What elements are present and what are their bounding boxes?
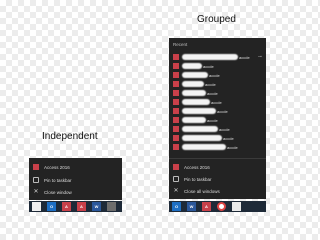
access-file-icon (173, 126, 179, 132)
recent-item-suffix: accde (207, 117, 218, 123)
word-icon[interactable]: W (92, 202, 101, 211)
recent-item-suffix: accde (227, 144, 238, 150)
redacted-filename (182, 72, 208, 78)
pin-icon (173, 176, 179, 182)
access-file-icon (173, 99, 179, 105)
outlook-icon[interactable]: O (47, 202, 56, 211)
access-file-icon (173, 135, 179, 141)
recent-item-suffix: accde (205, 81, 216, 87)
menu-item-close-all-windows[interactable]: ✕ Close all windows (173, 186, 220, 196)
grouped-taskbar: O W A (169, 201, 266, 212)
close-icon: ✕ (33, 189, 39, 195)
recent-item-suffix: accde (209, 72, 220, 78)
redacted-filename (182, 81, 204, 87)
recent-item-suffix: accde (207, 90, 218, 96)
access-file-icon (173, 72, 179, 78)
independent-jump-list: Access 2016 Pin to taskbar ✕ Close windo… (29, 158, 122, 200)
grouped-label: Grouped (197, 14, 236, 25)
redacted-filename (182, 126, 218, 132)
access-icon (173, 164, 179, 170)
pin-icon (33, 177, 39, 183)
access-file-icon (173, 54, 179, 60)
recent-item-suffix: accde (217, 108, 228, 114)
independent-label: Independent (42, 131, 98, 142)
pin-icon[interactable]: ⊸ (258, 54, 262, 60)
app-icon[interactable] (107, 202, 116, 211)
access-icon[interactable]: A (62, 202, 71, 211)
redacted-filename (182, 54, 238, 60)
access-file-icon (173, 117, 179, 123)
access-file-icon (173, 81, 179, 87)
access-file-icon (173, 90, 179, 96)
recent-section-header: Recent (173, 42, 188, 47)
menu-label: Pin to taskbar (44, 177, 72, 183)
close-icon: ✕ (173, 188, 179, 194)
redacted-filename (182, 108, 216, 114)
recent-item-11[interactable]: accde (173, 142, 266, 152)
access-icon[interactable]: A (202, 202, 211, 211)
redacted-filename (182, 144, 226, 150)
menu-item-pin-to-taskbar[interactable]: Pin to taskbar (173, 174, 212, 184)
access-file-icon (173, 63, 179, 69)
redacted-filename (182, 117, 206, 123)
access-icon[interactable]: A (77, 202, 86, 211)
app-icon[interactable] (32, 202, 41, 211)
redacted-filename (182, 99, 210, 105)
menu-item-access-2016[interactable]: Access 2016 (173, 162, 210, 172)
redacted-filename (182, 63, 202, 69)
menu-label: Close all windows (184, 188, 220, 194)
menu-item-close-window[interactable]: ✕ Close window (33, 187, 72, 197)
menu-divider (169, 158, 266, 159)
access-icon (33, 164, 39, 170)
access-file-icon (173, 108, 179, 114)
recent-list: accde ⊸ accde accde accde accde accde ac… (169, 52, 266, 154)
menu-item-access-2016[interactable]: Access 2016 (33, 162, 70, 172)
recent-item-suffix: accde (223, 135, 234, 141)
access-file-icon (173, 144, 179, 150)
document-icon[interactable] (232, 202, 241, 211)
chrome-icon[interactable] (217, 202, 226, 211)
redacted-filename (182, 90, 206, 96)
redacted-filename (182, 135, 222, 141)
menu-item-pin-to-taskbar[interactable]: Pin to taskbar (33, 175, 72, 185)
outlook-icon[interactable]: O (172, 202, 181, 211)
recent-item-suffix: accde (211, 99, 222, 105)
menu-label: Access 2016 (44, 164, 70, 170)
menu-label: Close window (44, 189, 72, 195)
independent-taskbar: O A A W (29, 201, 122, 212)
recent-item-suffix: accde (239, 54, 250, 60)
recent-item-suffix: accde (219, 126, 230, 132)
menu-label: Access 2016 (184, 164, 210, 170)
recent-item-suffix: accde (203, 63, 214, 69)
word-icon[interactable]: W (187, 202, 196, 211)
grouped-jump-list: Recent accde ⊸ accde accde accde accde a… (169, 38, 266, 199)
menu-label: Pin to taskbar (184, 176, 212, 182)
